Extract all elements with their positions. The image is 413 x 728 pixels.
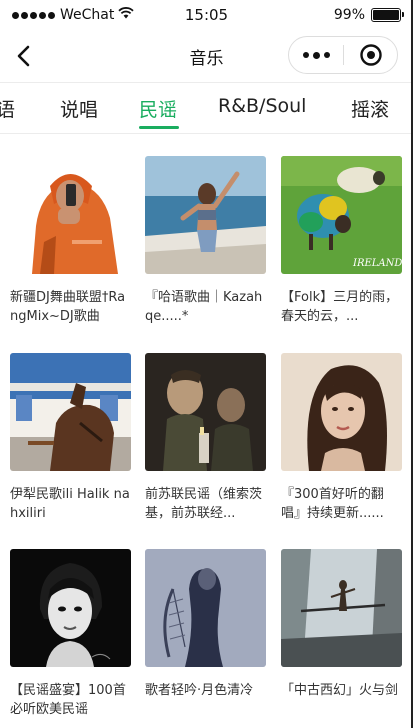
playlist-card[interactable]: 『哈语歌曲｜Kazahqe.....*: [145, 156, 267, 326]
nav-bar: 音乐: [0, 30, 413, 82]
playlist-card[interactable]: 【民谣盛宴】100首必听欧美民谣: [10, 549, 132, 719]
playlist-cover: [281, 353, 402, 471]
playlist-cover: [10, 353, 131, 471]
tab-category-2[interactable]: 民谣: [139, 95, 177, 122]
playlist-cover: [145, 156, 266, 274]
playlist-card[interactable]: 伊犁民歌ili Halik nahxiliri: [10, 353, 132, 523]
playlist-title: 前苏联民谣（维索茨基，前苏联经...: [145, 487, 263, 521]
playlist-title: 【Folk】三月的雨，春天的云，...: [281, 290, 399, 324]
playlist-title: 「中古西幻」火与剑: [281, 683, 399, 698]
playlist-title: 新疆DJ舞曲联盟†RangMix~DJ歌曲: [10, 290, 126, 324]
category-tabs: 语 说唱 民谣 R&B/Soul 摇滚: [0, 82, 413, 134]
active-tab-indicator: [139, 126, 179, 129]
playlist-cover: [145, 353, 266, 471]
close-miniprogram-button[interactable]: [344, 37, 397, 73]
playlist-title: 『哈语歌曲｜Kazahqe.....*: [145, 290, 263, 324]
playlist-cover: [145, 549, 266, 667]
battery-fill: [373, 10, 399, 20]
playlist-cover: [10, 156, 131, 274]
more-button[interactable]: [289, 37, 343, 73]
playlist-title: 伊犁民歌ili Halik nahxiliri: [10, 487, 130, 521]
more-dots-icon: [302, 52, 309, 58]
playlist-grid: 新疆DJ舞曲联盟†RangMix~DJ歌曲 『哈语歌曲｜Kazahqe.....…: [0, 136, 413, 728]
playlist-card[interactable]: 「中古西幻」火与剑: [281, 549, 403, 719]
status-bar: WeChat 15:05 99%: [0, 0, 413, 30]
mini-program-capsule: [288, 36, 398, 74]
playlist-cover: [281, 549, 402, 667]
playlist-card[interactable]: IRELAND 【Folk】三月的雨，春天的云，...: [281, 156, 403, 326]
playlist-title: 歌者轻吟·月色清冷: [145, 683, 254, 698]
cover-watermark: IRELAND: [352, 258, 402, 269]
tab-category-4[interactable]: 摇滚: [351, 95, 389, 122]
playlist-card[interactable]: 新疆DJ舞曲联盟†RangMix~DJ歌曲: [10, 156, 132, 326]
playlist-card[interactable]: 前苏联民谣（维索茨基，前苏联经...: [145, 353, 267, 523]
playlist-cover: [10, 549, 131, 667]
tab-category-0[interactable]: 语: [0, 95, 15, 122]
playlist-card[interactable]: 『300首好听的翻唱』持续更新......: [281, 353, 403, 523]
playlist-cover: IRELAND: [281, 156, 402, 274]
tab-category-3[interactable]: R&B/Soul: [218, 95, 306, 117]
battery-percent: 99%: [333, 7, 365, 23]
tab-category-1[interactable]: 说唱: [60, 95, 98, 122]
target-close-icon: [359, 44, 382, 66]
playlist-title: 【民谣盛宴】100首必听欧美民谣: [10, 683, 126, 717]
playlist-title: 『300首好听的翻唱』持续更新......: [281, 487, 384, 521]
status-right: 99%: [333, 7, 404, 23]
battery-icon: [371, 8, 404, 22]
playlist-card[interactable]: 歌者轻吟·月色清冷: [145, 549, 267, 719]
